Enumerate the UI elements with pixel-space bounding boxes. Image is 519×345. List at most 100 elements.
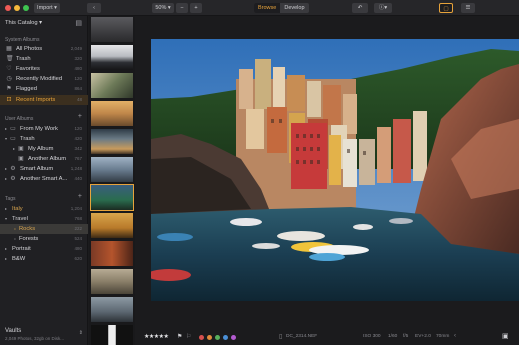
zoom-window-button[interactable] bbox=[23, 5, 29, 11]
thumbnail[interactable] bbox=[91, 241, 133, 266]
chevron-down-icon[interactable]: ▾ bbox=[3, 216, 9, 222]
sidebar-item-count: 120 bbox=[74, 126, 82, 131]
sidebar-toggle-icon[interactable]: ▤ bbox=[75, 19, 82, 27]
sidebar-item-flagged[interactable]: ⚑ Flagged 864 bbox=[0, 84, 88, 94]
photo-viewer bbox=[136, 16, 519, 345]
sidebar-item-label: Flagged bbox=[16, 85, 37, 92]
sidebar-item-another-smart-album[interactable]: ▸ ⚙ Another Smart A... 440 bbox=[0, 174, 88, 184]
main-photo[interactable] bbox=[151, 39, 519, 301]
photo-info-bar: ★★★★★ ⚑ ⚐ ▯ DC_2314.NEF ISO 300 1/60 f/5… bbox=[136, 330, 519, 345]
tags-header: Tags bbox=[5, 196, 16, 202]
vaults-section[interactable]: Vaults 2,049 Photos, 32gb on Disk... ⇕ bbox=[0, 324, 88, 345]
thumbnail[interactable] bbox=[91, 325, 133, 345]
sidebar: This Catalog ▾ ▤ System Albums ▦ All Pho… bbox=[0, 16, 88, 345]
color-label-blue[interactable] bbox=[223, 335, 228, 340]
vaults-subtitle: 2,049 Photos, 32gb on Disk... bbox=[5, 336, 65, 341]
trash-icon: 🗑 bbox=[6, 56, 14, 62]
sidebar-item-favorites[interactable]: ♡ Favorites 480 bbox=[0, 64, 88, 74]
chevron-down-icon[interactable]: ▾ bbox=[3, 136, 9, 142]
thumbnail[interactable] bbox=[91, 157, 133, 182]
thumbnail[interactable] bbox=[91, 101, 133, 126]
user-albums-header: User Albums bbox=[5, 116, 34, 122]
chevron-right-icon[interactable]: ▸ bbox=[3, 246, 9, 252]
chevron-updown-icon[interactable]: ⇕ bbox=[79, 330, 83, 336]
minimize-window-button[interactable] bbox=[14, 5, 20, 11]
sidebar-item-tag-travel[interactable]: ▾ Travel 768 bbox=[0, 214, 88, 224]
sidebar-item-from-my-work[interactable]: ▸ ▭ From My Work 120 bbox=[0, 124, 88, 134]
sidebar-item-label: Recent Imports bbox=[16, 96, 56, 103]
info-button[interactable]: ⓘ▾ bbox=[374, 3, 392, 13]
sidebar-item-recent-imports[interactable]: ⊡ Recent Imports 48 bbox=[0, 95, 88, 105]
sidebar-item-smart-album[interactable]: ▸ ⚙ Smart Album 1,248 bbox=[0, 164, 88, 174]
zoom-out-button[interactable]: − bbox=[176, 3, 188, 13]
sidebar-item-my-album[interactable]: ▸ ▣ My Album 342 bbox=[0, 144, 88, 154]
single-view-button[interactable]: ▢ bbox=[439, 3, 453, 13]
color-label-orange[interactable] bbox=[207, 335, 212, 340]
thumbnail[interactable] bbox=[91, 269, 133, 294]
zoom-in-button[interactable]: + bbox=[190, 3, 202, 13]
thumbnail-selected[interactable] bbox=[90, 184, 134, 211]
sidebar-item-another-album[interactable]: ▣ Another Album 767 bbox=[0, 154, 88, 164]
tab-browse[interactable]: Browse bbox=[254, 3, 281, 13]
color-label-red[interactable] bbox=[199, 335, 204, 340]
undo-button[interactable]: ↶ bbox=[352, 3, 368, 13]
file-icon: ▯ bbox=[279, 334, 283, 340]
info-icon: ⓘ▾ bbox=[378, 5, 388, 11]
color-label-purple[interactable] bbox=[231, 335, 236, 340]
folder-icon: ▭ bbox=[10, 136, 16, 142]
sidebar-item-label: Trash bbox=[16, 55, 31, 62]
color-label-green[interactable] bbox=[215, 335, 220, 340]
sidebar-item-all-photos[interactable]: ▦ All Photos 2,049 bbox=[0, 44, 88, 54]
sidebar-item-count: 342 bbox=[74, 146, 82, 151]
sidebar-item-tag-rocks[interactable]: • Rocks 222 bbox=[0, 224, 88, 234]
sidebar-item-count: 864 bbox=[74, 86, 82, 91]
sidebar-item-label: All Photos bbox=[16, 45, 43, 52]
sidebar-item-trash-folder[interactable]: ▾ ▭ Trash 420 bbox=[0, 134, 88, 144]
sidebar-item-label: Favorites bbox=[16, 65, 40, 72]
sidebar-item-trash[interactable]: 🗑 Trash 320 bbox=[0, 54, 88, 64]
flag-icon[interactable]: ⚑ bbox=[177, 333, 182, 340]
add-tag-icon[interactable]: + bbox=[78, 193, 82, 200]
chevron-right-icon[interactable]: ▸ bbox=[11, 146, 17, 152]
chevron-right-icon[interactable]: ▸ bbox=[3, 166, 9, 172]
tab-develop[interactable]: Develop bbox=[280, 3, 308, 13]
smart-album-icon: ⚙ bbox=[10, 176, 16, 182]
back-button[interactable]: ‹ bbox=[87, 3, 101, 13]
filmstrip[interactable] bbox=[89, 16, 135, 345]
sidebar-item-tag-bw[interactable]: ▸ B&W 620 bbox=[0, 254, 88, 264]
sidebar-item-count: 222 bbox=[74, 226, 82, 231]
sidebar-item-tag-forests[interactable]: • Forests 524 bbox=[0, 234, 88, 244]
import-button[interactable]: Import ▾ bbox=[34, 3, 60, 13]
chevron-right-icon[interactable]: ▸ bbox=[3, 256, 9, 262]
thumbnail[interactable] bbox=[91, 213, 133, 238]
chevron-right-icon[interactable]: ▸ bbox=[3, 206, 9, 212]
thumbnail[interactable] bbox=[91, 45, 133, 70]
thumbnail[interactable] bbox=[91, 73, 133, 98]
sidebar-item-count: 1,248 bbox=[70, 166, 82, 171]
sidebar-item-recently-modified[interactable]: ◷ Recently Modified 120 bbox=[0, 74, 88, 84]
sidebar-item-label: Portrait bbox=[12, 245, 31, 252]
thumbnail[interactable] bbox=[91, 17, 133, 42]
sidebar-item-tag-portrait[interactable]: ▸ Portrait 480 bbox=[0, 244, 88, 254]
sidebar-item-tag-italy[interactable]: ▸ Italy 1,204 bbox=[0, 204, 88, 214]
chevron-right-icon[interactable]: ▸ bbox=[3, 176, 9, 182]
sidebar-item-count: 620 bbox=[74, 256, 82, 261]
iso-value: ISO 300 bbox=[363, 334, 381, 339]
thumbnail[interactable] bbox=[91, 297, 133, 322]
chevron-right-icon[interactable]: ▸ bbox=[3, 126, 9, 132]
sidebar-item-label: B&W bbox=[12, 255, 26, 262]
list-icon: ☰ bbox=[465, 5, 471, 11]
sidebar-item-label: Smart Album bbox=[20, 165, 54, 172]
star-rating[interactable]: ★★★★★ bbox=[144, 333, 169, 340]
zoom-select[interactable]: 50% ▾ bbox=[152, 3, 174, 13]
more-info-icon[interactable]: ‹ bbox=[454, 333, 456, 339]
list-view-button[interactable]: ☰ bbox=[461, 3, 475, 13]
catalog-selector[interactable]: This Catalog ▾ bbox=[5, 20, 42, 26]
filename: DC_2314.NEF bbox=[286, 334, 318, 339]
add-album-icon[interactable]: + bbox=[78, 113, 82, 120]
thumbnail[interactable] bbox=[91, 129, 133, 154]
sidebar-item-label: My Album bbox=[28, 145, 54, 152]
comment-icon[interactable]: ▣ bbox=[502, 332, 509, 340]
reject-flag-icon[interactable]: ⚐ bbox=[186, 333, 191, 340]
close-window-button[interactable] bbox=[5, 5, 11, 11]
